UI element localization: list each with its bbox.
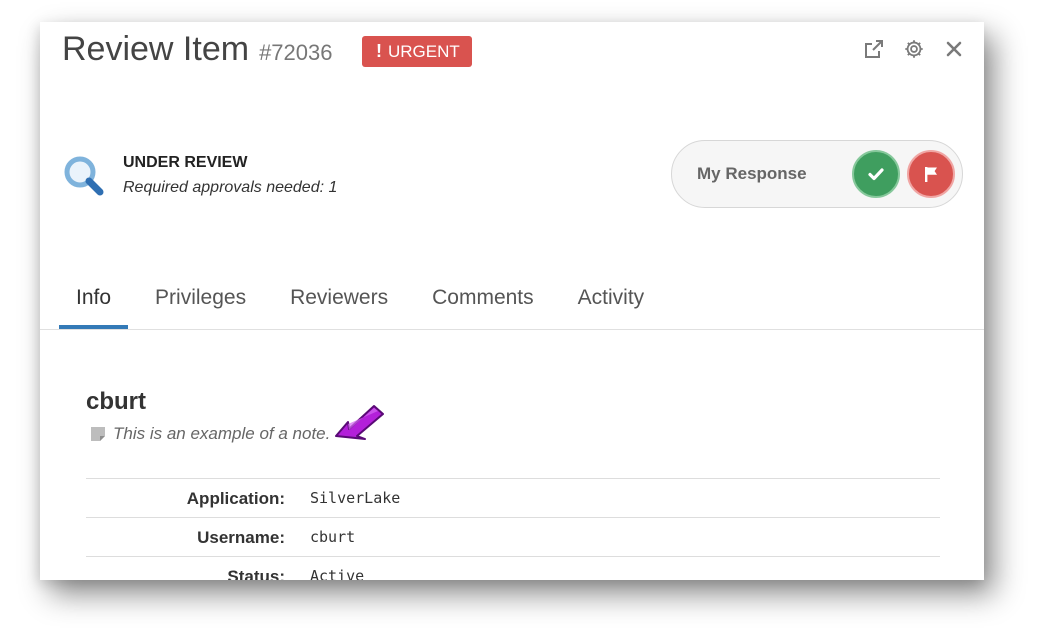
- tab-bar: Info Privileges Reviewers Comments Activ…: [59, 280, 671, 329]
- urgent-badge: ! URGENT: [362, 36, 472, 67]
- details-row: Status: Active: [86, 556, 940, 580]
- note-icon: [91, 427, 105, 441]
- external-link-icon[interactable]: [861, 36, 887, 62]
- tab-activity[interactable]: Activity: [561, 280, 662, 329]
- detail-label: Application:: [186, 489, 285, 508]
- tab-comments[interactable]: Comments: [415, 280, 551, 329]
- exclamation-icon: !: [376, 41, 382, 61]
- magnifier-icon: [64, 156, 104, 196]
- close-icon[interactable]: [941, 36, 967, 62]
- urgent-badge-label: URGENT: [388, 41, 460, 61]
- tab-divider: [40, 329, 984, 330]
- details-table: Application: SilverLake Username: cburt …: [86, 478, 940, 580]
- status-title: UNDER REVIEW: [123, 154, 248, 171]
- header-actions: [861, 36, 967, 62]
- flag-icon: [925, 167, 937, 182]
- details-row: Username: cburt: [86, 517, 940, 556]
- user-note: This is an example of a note.: [90, 424, 330, 444]
- page-title: Review Item: [62, 30, 250, 68]
- detail-value: cburt: [310, 528, 356, 546]
- gear-icon[interactable]: [901, 36, 927, 62]
- item-id: #72036: [259, 40, 333, 65]
- tab-privileges[interactable]: Privileges: [138, 280, 263, 329]
- approve-button[interactable]: [852, 150, 900, 198]
- note-text: This is an example of a note.: [113, 424, 331, 443]
- detail-label: Status:: [227, 567, 285, 580]
- title-row: Review Item #72036: [62, 30, 332, 74]
- tab-reviewers[interactable]: Reviewers: [273, 280, 405, 329]
- my-response-group: My Response: [671, 140, 963, 208]
- details-row: Application: SilverLake: [86, 478, 940, 517]
- detail-value: SilverLake: [310, 489, 401, 507]
- user-name: cburt: [86, 388, 146, 415]
- status-subtitle: Required approvals needed: 1: [123, 179, 338, 196]
- my-response-label: My Response: [697, 164, 807, 183]
- detail-label: Username:: [197, 528, 285, 547]
- tab-info[interactable]: Info: [59, 280, 129, 329]
- pointer-arrow-icon: [335, 405, 384, 440]
- review-item-panel: Review Item #72036 ! URGENT UNDER REVIEW…: [40, 22, 984, 580]
- checkmark-icon: [868, 168, 884, 181]
- detail-value: Active: [310, 567, 365, 580]
- flag-button[interactable]: [907, 150, 955, 198]
